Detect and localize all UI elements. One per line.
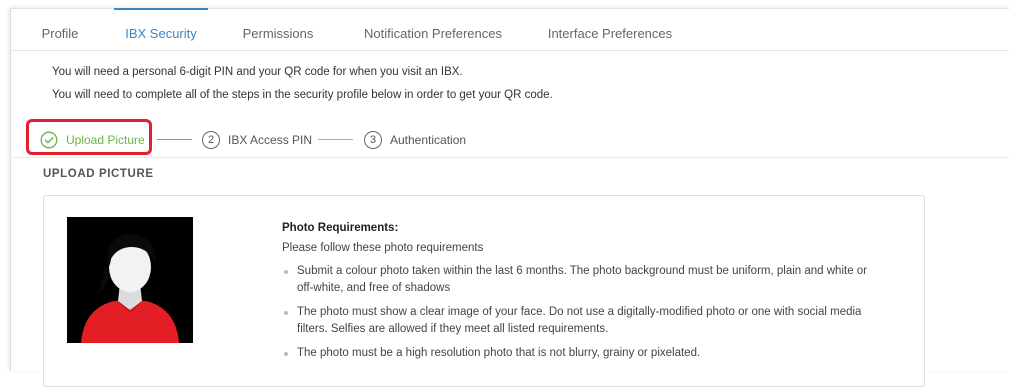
step-ibx-access-pin[interactable]: 2 IBX Access PIN <box>202 122 312 158</box>
person-silhouette-icon <box>67 217 193 343</box>
tab-notification-preferences[interactable]: Notification Preferences <box>358 8 508 50</box>
section-title-upload-picture: UPLOAD PICTURE <box>43 168 154 180</box>
list-item: Submit a colour photo taken within the l… <box>282 263 882 297</box>
tab-profile[interactable]: Profile <box>38 8 82 50</box>
tab-interface-preferences[interactable]: Interface Preferences <box>546 8 674 50</box>
photo-requirements-list: Submit a colour photo taken within the l… <box>282 263 882 369</box>
list-item: The photo must show a clear image of you… <box>282 304 882 338</box>
info-text-pin: You will need a personal 6-digit PIN and… <box>52 66 463 78</box>
tab-ibx-security[interactable]: IBX Security <box>114 8 208 50</box>
step-connector-1 <box>157 139 192 140</box>
photo-requirements-intro: Please follow these photo requirements <box>282 242 484 254</box>
step-authentication-label: Authentication <box>390 133 467 147</box>
section-divider <box>10 157 1009 158</box>
tab-bar: Profile IBX Security Permissions Notific… <box>10 8 1009 51</box>
step-authentication[interactable]: 3 Authentication <box>364 122 466 158</box>
list-item: The photo must be a high resolution phot… <box>282 345 882 362</box>
info-text-steps: You will need to complete all of the ste… <box>52 89 553 101</box>
step-number-2: 2 <box>202 131 220 149</box>
tab-permissions[interactable]: Permissions <box>237 8 319 50</box>
step-number-3: 3 <box>364 131 382 149</box>
highlight-box <box>26 119 152 155</box>
step-connector-2 <box>318 139 353 140</box>
step-ibx-access-pin-label: IBX Access PIN <box>228 133 313 147</box>
avatar-placeholder[interactable] <box>67 217 193 343</box>
photo-requirements-title: Photo Requirements: <box>282 222 399 234</box>
